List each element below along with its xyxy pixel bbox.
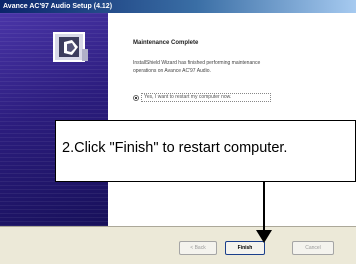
arrow-head [256, 230, 272, 243]
finish-button[interactable]: Finish [225, 241, 265, 255]
down-arrow-icon [263, 182, 265, 232]
install-box-icon [53, 32, 88, 62]
instruction-callout: 2.Click "Finish" to restart computer. [55, 120, 356, 182]
dialog-body-text: InstallShield Wizard has finished perfor… [133, 60, 261, 74]
button-bar: < Back Finish Cancel [0, 226, 356, 264]
restart-radio[interactable] [133, 95, 139, 101]
dialog-heading: Maintenance Complete [133, 40, 199, 46]
callout-text: 2.Click "Finish" to restart computer. [62, 140, 288, 156]
window-title: Avance AC'97 Audio Setup (4.12) [0, 0, 356, 13]
cancel-button[interactable]: Cancel [292, 241, 334, 255]
back-button[interactable]: < Back [179, 241, 217, 255]
restart-option-label[interactable]: Yes, I want to restart my computer now. [141, 93, 271, 102]
